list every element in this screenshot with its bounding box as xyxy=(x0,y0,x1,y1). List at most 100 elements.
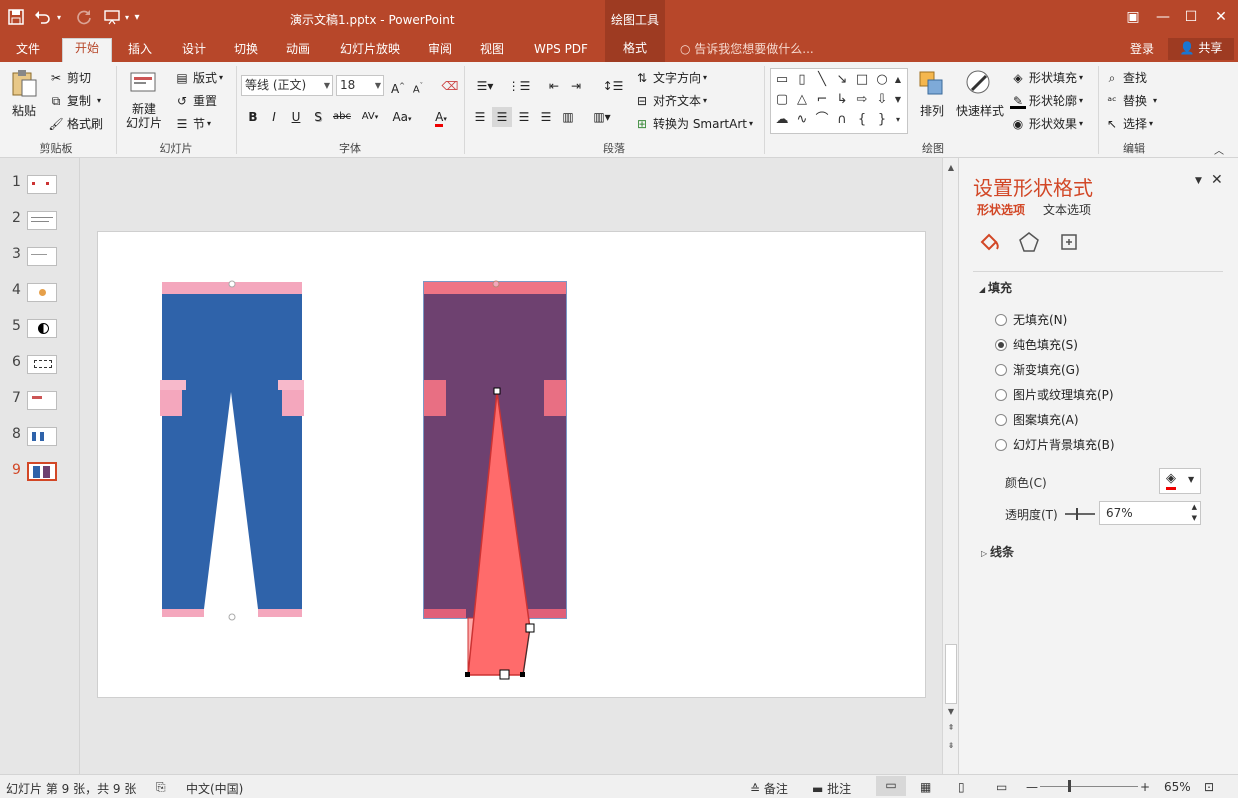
slide-thumbnail[interactable] xyxy=(27,283,57,302)
oval-shape-icon[interactable]: ○ xyxy=(873,71,891,89)
line-shape-icon[interactable]: ╲ xyxy=(813,71,831,89)
vertical-textbox-shape-icon[interactable]: ▯ xyxy=(793,71,811,89)
fill-option-picture[interactable]: 图片或纹理填充(P) xyxy=(995,386,1114,403)
tell-me-box[interactable]: ○ 告诉我您想要做什么... xyxy=(680,40,814,57)
shadow-button[interactable]: S xyxy=(308,107,328,127)
ribbon-display-options-icon[interactable]: ▣ xyxy=(1120,6,1146,28)
zoom-slider[interactable] xyxy=(1040,786,1138,787)
scribble-shape-icon[interactable]: ∿ xyxy=(793,111,811,129)
rectangle-shape-icon[interactable]: □ xyxy=(853,71,871,89)
line-section-header[interactable]: ▷ 线条 xyxy=(981,543,1014,560)
next-slide-icon[interactable]: ⇟ xyxy=(945,740,957,752)
shapes-gallery[interactable]: ▭ ▯ ╲ ↘ □ ○ ▢ △ ⌐ ↳ ⇨ ⇩ ☁ ∿ ⌒ ∩ { } ▲ ▼ … xyxy=(770,68,908,134)
effects-pentagon-icon[interactable] xyxy=(1017,230,1041,257)
copy-button[interactable]: ⧉ 复制 ▾ xyxy=(48,92,101,109)
tab-transitions[interactable]: 切换 xyxy=(224,40,268,62)
distribute-icon[interactable]: ▥ xyxy=(558,107,578,127)
scroll-thumb[interactable] xyxy=(945,644,957,704)
redo-icon[interactable] xyxy=(74,7,94,27)
scroll-down-icon[interactable]: ▼ xyxy=(945,706,957,718)
present-dropdown-icon[interactable]: ▾ xyxy=(122,7,132,27)
zoom-out-icon[interactable]: — xyxy=(1026,780,1038,794)
clear-format-icon[interactable]: ⌫ xyxy=(440,76,460,96)
tab-shape-options[interactable]: 形状选项 xyxy=(977,201,1025,218)
font-color-button[interactable]: A▾ xyxy=(426,107,456,127)
tab-insert[interactable]: 插入 xyxy=(118,40,162,62)
zoom-level[interactable]: 65% xyxy=(1164,780,1191,794)
justify-icon[interactable]: ☰ xyxy=(536,107,556,127)
transparency-input[interactable]: 67% ▲ ▼ xyxy=(1099,501,1201,525)
tab-view[interactable]: 视图 xyxy=(470,40,514,62)
reading-view-icon[interactable]: ▯ xyxy=(958,780,965,794)
tab-animations[interactable]: 动画 xyxy=(276,40,320,62)
undo-dropdown-icon[interactable]: ▾ xyxy=(54,7,64,27)
slide-sorter-icon[interactable]: ▦ xyxy=(920,780,931,794)
down-arrow-shape-icon[interactable]: ⇩ xyxy=(873,91,891,109)
fit-to-window-icon[interactable]: ⊡ xyxy=(1204,780,1214,794)
cut-button[interactable]: ✂ 剪切 xyxy=(48,69,91,86)
slide-thumbnail[interactable] xyxy=(27,391,57,410)
normal-view-icon[interactable]: ▭ xyxy=(876,776,906,796)
align-left-icon[interactable]: ☰ xyxy=(470,107,490,127)
curve-shape-icon[interactable]: ∩ xyxy=(833,111,851,129)
right-brace-shape-icon[interactable]: } xyxy=(873,111,891,129)
increase-indent-icon[interactable]: ⇥ xyxy=(566,76,586,96)
font-name-combo[interactable]: 等线 (正文) ▼ xyxy=(241,75,333,96)
fill-option-none[interactable]: 无填充(N) xyxy=(995,311,1067,328)
language-indicator[interactable]: 中文(中国) xyxy=(186,780,243,797)
size-properties-icon[interactable] xyxy=(1057,230,1081,257)
slide-canvas[interactable] xyxy=(97,231,926,698)
zoom-in-icon[interactable]: + xyxy=(1140,780,1150,794)
tab-design[interactable]: 设计 xyxy=(172,40,216,62)
comments-button[interactable]: ▬ 批注 xyxy=(812,780,851,797)
left-brace-shape-icon[interactable]: { xyxy=(853,111,871,129)
columns-icon[interactable]: ▥▾ xyxy=(588,107,616,127)
reset-button[interactable]: ↺ 重置 xyxy=(174,92,217,109)
spell-check-icon[interactable]: ⎘ xyxy=(156,780,166,795)
pane-options-icon[interactable]: ▼ xyxy=(1195,176,1202,186)
bullets-icon[interactable]: ☰▾ xyxy=(470,76,500,96)
section-button[interactable]: ☰ 节 ▾ xyxy=(174,115,211,132)
undo-icon[interactable] xyxy=(32,7,52,27)
qat-customize-icon[interactable]: ▾ xyxy=(132,7,142,27)
transparency-slider-thumb[interactable] xyxy=(1076,508,1078,520)
pane-close-icon[interactable]: ✕ xyxy=(1211,172,1223,188)
spin-down-icon[interactable]: ▼ xyxy=(1192,513,1197,524)
tab-home[interactable]: 开始 xyxy=(62,38,112,62)
slide-thumbnail[interactable] xyxy=(27,355,57,374)
tab-slideshow[interactable]: 幻灯片放映 xyxy=(330,40,410,62)
arc-shape-icon[interactable]: ⌒ xyxy=(813,111,831,129)
numbering-icon[interactable]: ⋮☰ xyxy=(504,76,534,96)
rounded-rect-shape-icon[interactable]: ▢ xyxy=(773,91,791,109)
gallery-more-icon[interactable]: ▾ xyxy=(891,111,905,129)
paste-button[interactable]: 粘贴 xyxy=(6,68,42,119)
find-button[interactable]: ⌕ 查找 xyxy=(1104,69,1147,86)
notes-button[interactable]: ≙ 备注 xyxy=(750,780,788,797)
slideshow-from-start-icon[interactable] xyxy=(102,7,122,27)
shrink-font-button[interactable]: Aˇ xyxy=(408,76,428,96)
slideshow-view-icon[interactable]: ▭ xyxy=(996,780,1007,794)
login-link[interactable]: 登录 xyxy=(1130,40,1154,57)
align-right-icon[interactable]: ☰ xyxy=(514,107,534,127)
gallery-scroll-down-icon[interactable]: ▼ xyxy=(891,91,905,109)
slide-thumbnail-selected[interactable] xyxy=(27,462,57,481)
fill-option-pattern[interactable]: 图案填充(A) xyxy=(995,411,1079,428)
quick-styles-button[interactable]: 快速样式 xyxy=(954,68,1006,119)
format-painter-button[interactable]: 🖌 格式刷 xyxy=(48,115,103,132)
align-center-icon[interactable]: ☰ xyxy=(492,107,512,127)
fill-option-slide-background[interactable]: 幻灯片背景填充(B) xyxy=(995,436,1115,453)
vertical-scrollbar[interactable]: ▲ ▼ ⇞ ⇟ xyxy=(942,158,958,774)
zoom-slider-thumb[interactable] xyxy=(1068,780,1071,792)
save-icon[interactable] xyxy=(6,7,26,27)
gallery-scroll-up-icon[interactable]: ▲ xyxy=(891,71,905,89)
shape-effects-button[interactable]: ◉ 形状效果 ▾ xyxy=(1010,115,1083,132)
align-text-button[interactable]: ⊟ 对齐文本 ▾ xyxy=(634,92,707,109)
fill-option-gradient[interactable]: 渐变填充(G) xyxy=(995,361,1080,378)
fill-option-solid[interactable]: 纯色填充(S) xyxy=(995,336,1078,353)
smartart-button[interactable]: ⊞ 转换为 SmartArt ▾ xyxy=(634,115,753,132)
tab-review[interactable]: 审阅 xyxy=(418,40,462,62)
underline-button[interactable]: U xyxy=(286,107,306,127)
slide-thumbnail[interactable] xyxy=(27,211,57,230)
slide-thumbnail[interactable] xyxy=(27,175,57,194)
shape-fill-button[interactable]: ◈ 形状填充 ▾ xyxy=(1010,69,1083,86)
